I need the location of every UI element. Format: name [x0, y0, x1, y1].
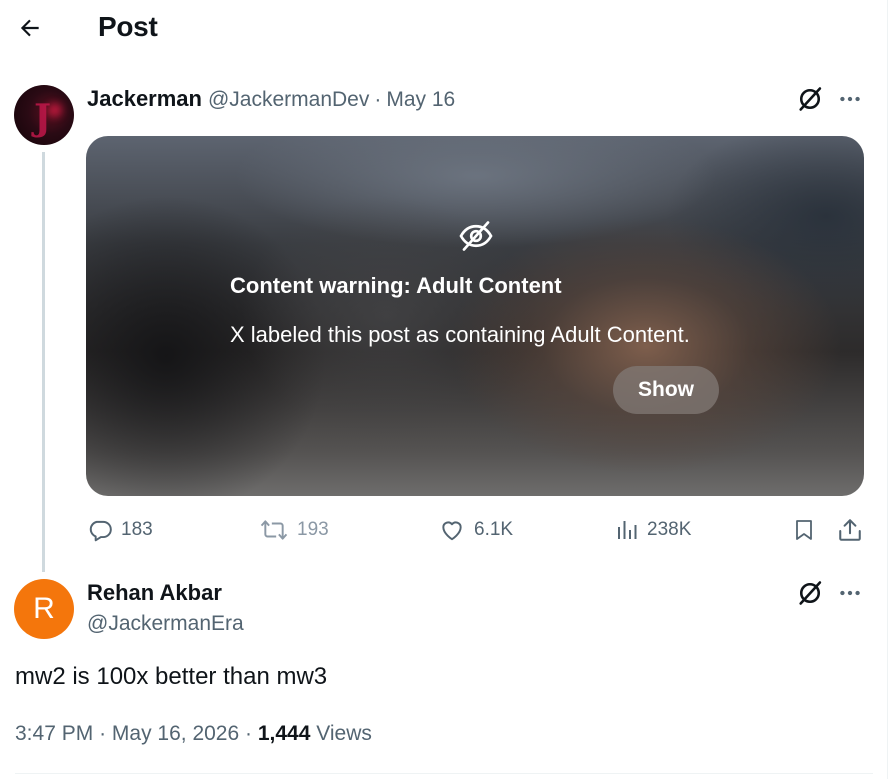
reply-author-display-name[interactable]: Rehan Akbar	[87, 580, 222, 606]
show-content-button[interactable]: Show	[613, 366, 719, 414]
avatar-logo-glyph: J	[34, 97, 52, 139]
post-views-label: Views	[316, 722, 372, 745]
more-horizontal-icon	[840, 96, 860, 102]
reply-icon	[89, 520, 112, 542]
avatar[interactable]: J	[14, 85, 74, 145]
content-warning-title: Content warning: Adult Content	[230, 273, 562, 298]
post-action-bar: 183 193 6.1K 238K	[0, 512, 887, 548]
post-header: Jackerman @JackermanDev · May 16	[87, 86, 455, 112]
post-full-date[interactable]: May 16, 2026	[112, 722, 239, 745]
meta-separator: ·	[99, 722, 107, 745]
separator-dot: ·	[374, 88, 382, 111]
like-button[interactable]: 6.1K	[438, 512, 513, 548]
content-warning-description: X labeled this post as containing Adult …	[230, 322, 690, 347]
more-options-button[interactable]	[833, 82, 867, 116]
grok-icon	[799, 87, 822, 111]
more-horizontal-icon	[840, 590, 860, 596]
repost-icon	[260, 520, 288, 540]
arrow-left-icon	[20, 19, 39, 37]
repost-button[interactable]: 193	[259, 512, 329, 548]
views-button[interactable]: 238K	[615, 512, 691, 548]
media-content-warning-card: Content warning: Adult Content X labeled…	[86, 136, 864, 496]
like-count: 6.1K	[474, 519, 514, 540]
post-metadata: 3:47 PM · May 16, 2026 · 1,444 Views	[15, 722, 372, 746]
reply-grok-button[interactable]	[793, 576, 827, 610]
share-button[interactable]	[835, 512, 865, 548]
repost-count: 193	[297, 519, 329, 540]
heart-icon	[442, 521, 462, 541]
column-border	[887, 0, 888, 779]
reply-count: 183	[121, 519, 153, 540]
reply-author-handle[interactable]: @JackermanEra	[87, 612, 244, 636]
eye-slash-icon	[459, 221, 493, 251]
bookmark-icon	[796, 520, 812, 540]
reply-more-options-button[interactable]	[833, 576, 867, 610]
views-count: 238K	[647, 519, 692, 540]
author-display-name[interactable]: Jackerman	[87, 86, 202, 112]
analytics-icon	[618, 521, 637, 539]
share-icon	[839, 519, 861, 541]
reply-button[interactable]: 183	[87, 512, 153, 548]
grok-button[interactable]	[793, 82, 827, 116]
page-title: Post	[98, 11, 158, 42]
bookmark-button[interactable]	[789, 512, 819, 548]
thread-connector-line	[42, 152, 45, 572]
reply-avatar[interactable]: R	[14, 579, 74, 639]
back-button[interactable]	[12, 10, 48, 46]
page-header: Post	[0, 0, 887, 56]
post-text: mw2 is 100x better than mw3	[15, 663, 328, 690]
post-date[interactable]: May 16	[386, 88, 455, 112]
post-time[interactable]: 3:47 PM	[15, 722, 93, 745]
post-views-count: 1,444	[257, 722, 311, 745]
grok-icon	[799, 581, 822, 605]
meta-separator: ·	[245, 722, 253, 745]
author-handle[interactable]: @JackermanDev	[208, 88, 369, 112]
divider	[15, 773, 873, 774]
